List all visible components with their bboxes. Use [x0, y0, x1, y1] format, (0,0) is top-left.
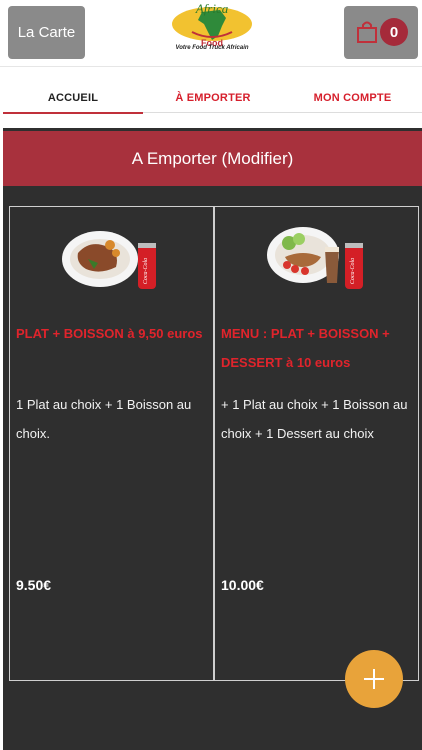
- product-description: + 1 Plat au choix + 1 Boisson au choix +…: [221, 397, 408, 441]
- cart-count-badge: 0: [380, 18, 408, 46]
- product-price: 10.00€: [221, 577, 264, 593]
- tab-a-emporter[interactable]: À EMPORTER: [143, 84, 283, 113]
- product-card[interactable]: Coca-Cola PLAT + BOISSON à 9,50 euros 1 …: [9, 206, 214, 681]
- drink-label: Coca-Cola: [350, 258, 356, 284]
- content-panel: A Emporter (Modifier) Coca-Cola PLAT + B…: [3, 128, 422, 750]
- plus-icon: [364, 669, 384, 689]
- product-card[interactable]: Coca-Cola MENU : PLAT + BOISSON + DESSER…: [214, 206, 419, 681]
- cart-button[interactable]: 0: [344, 6, 418, 59]
- product-name: PLAT + BOISSON à 9,50 euros: [16, 326, 203, 341]
- tab-mon-compte[interactable]: MON COMPTE: [283, 84, 422, 113]
- logo: Africa Food Votre Food Truck Africain: [162, 1, 262, 58]
- menu-button-label: La Carte: [17, 24, 76, 41]
- menu-button[interactable]: La Carte: [8, 6, 85, 59]
- product-name: MENU : PLAT + BOISSON + DESSERT à 10 eur…: [221, 326, 390, 370]
- shopping-bag-icon: [357, 21, 377, 43]
- panel-title[interactable]: A Emporter (Modifier): [3, 131, 422, 186]
- logo-title: Africa: [195, 2, 229, 16]
- product-image: Coca-Cola: [267, 227, 363, 289]
- logo-tagline: Votre Food Truck Africain: [175, 45, 249, 51]
- drink-label: Coca-Cola: [143, 258, 149, 284]
- logo-graphic: Africa Food: [172, 1, 252, 48]
- product-image: Coca-Cola: [62, 231, 156, 289]
- tab-accueil[interactable]: ACCUEIL: [3, 84, 143, 114]
- tab-bar: ACCUEIL À EMPORTER MON COMPTE: [0, 84, 422, 114]
- add-button[interactable]: [345, 650, 403, 708]
- product-price: 9.50€: [16, 577, 52, 593]
- product-description: 1 Plat au choix + 1 Boisson au choix.: [16, 397, 192, 441]
- header-bar: La Carte Africa Food Votre Food Truck Af…: [0, 0, 422, 67]
